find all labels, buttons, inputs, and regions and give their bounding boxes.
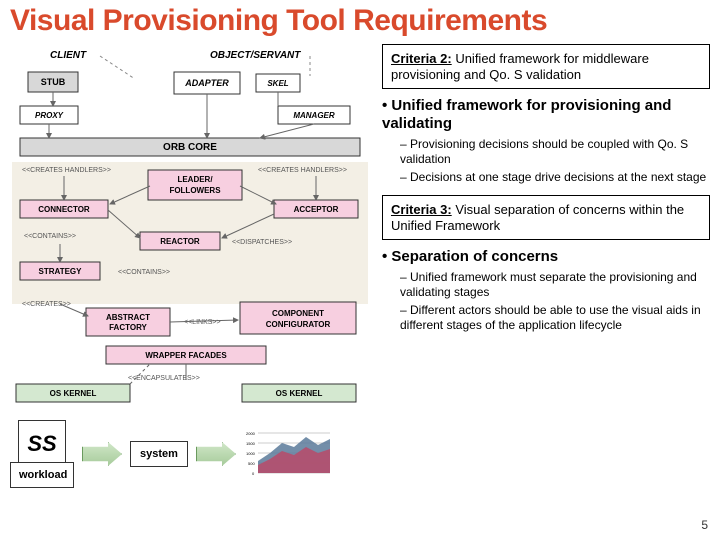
svg-text:PROXY: PROXY — [35, 111, 64, 120]
label-client: CLIENT — [50, 50, 87, 61]
svg-text:<<CONTAINS>>: <<CONTAINS>> — [118, 269, 170, 276]
svg-text:<<DISPATCHES>>: <<DISPATCHES>> — [232, 239, 292, 246]
system-callout: system — [130, 441, 188, 467]
svg-text:ORB CORE: ORB CORE — [163, 142, 217, 153]
criteria-3-box: Criteria 3: Visual separation of concern… — [382, 195, 710, 240]
svg-text:CONFIGURATOR: CONFIGURATOR — [266, 320, 331, 329]
arrow-icon — [82, 442, 122, 466]
svg-text:<<CREATES>>: <<CREATES>> — [22, 301, 71, 308]
svg-text:<<CREATES HANDLERS>>: <<CREATES HANDLERS>> — [258, 167, 347, 174]
svg-text:<<CREATES HANDLERS>>: <<CREATES HANDLERS>> — [22, 167, 111, 174]
workload-callout: workload — [10, 462, 74, 488]
svg-text:500: 500 — [248, 461, 255, 466]
label-object-servant: OBJECT/SERVANT — [210, 50, 301, 61]
bullet-2-subs: – Unified framework must separate the pr… — [400, 270, 710, 333]
svg-text:FOLLOWERS: FOLLOWERS — [169, 186, 221, 195]
bottom-flow: SS workload system 2000 1500 1000 500 0 — [10, 420, 370, 488]
svg-text:1500: 1500 — [246, 441, 256, 446]
svg-text:MANAGER: MANAGER — [293, 111, 335, 120]
criteria-2-box: Criteria 2: Unified framework for middle… — [382, 44, 710, 89]
architecture-diagram: CLIENT OBJECT/SERVANT STUB ADAPTER SKEL … — [10, 44, 370, 409]
svg-text:SKEL: SKEL — [267, 79, 288, 88]
svg-text:OS KERNEL: OS KERNEL — [50, 389, 97, 398]
svg-text:ABSTRACT: ABSTRACT — [106, 313, 150, 322]
mini-area-chart: 2000 1500 1000 500 0 — [244, 427, 332, 481]
svg-text:STUB: STUB — [41, 77, 66, 87]
arrow-icon — [196, 442, 236, 466]
bullet-1-subs: – Provisioning decisions should be coupl… — [400, 137, 710, 185]
svg-text:WRAPPER FACADES: WRAPPER FACADES — [145, 351, 227, 360]
svg-text:2000: 2000 — [246, 431, 256, 436]
svg-text:ACCEPTOR: ACCEPTOR — [294, 205, 339, 214]
svg-text:FACTORY: FACTORY — [109, 323, 147, 332]
page-number: 5 — [701, 518, 708, 532]
ss-icon: SS — [18, 420, 66, 468]
criteria-2-label: Criteria 2: — [391, 51, 452, 66]
svg-text:STRATEGY: STRATEGY — [39, 267, 83, 276]
bullet-1-head: • Unified framework for provisioning and… — [382, 97, 710, 133]
criteria-3-label: Criteria 3: — [391, 202, 452, 217]
svg-text:<<CONTAINS>>: <<CONTAINS>> — [24, 233, 76, 240]
svg-text:OS KERNEL: OS KERNEL — [276, 389, 323, 398]
svg-text:<<LINKS>>: <<LINKS>> — [184, 319, 221, 326]
svg-text:<<ENCAPSULATES>>: <<ENCAPSULATES>> — [128, 375, 200, 382]
svg-text:ADAPTER: ADAPTER — [184, 78, 229, 88]
svg-text:LEADER/: LEADER/ — [177, 175, 213, 184]
svg-text:REACTOR: REACTOR — [160, 237, 200, 246]
svg-text:COMPONENT: COMPONENT — [272, 309, 324, 318]
bullet-2-head: • Separation of concerns — [382, 248, 710, 266]
slide-title: Visual Provisioning Tool Requirements — [10, 4, 710, 38]
svg-text:1000: 1000 — [246, 451, 256, 456]
svg-text:CONNECTOR: CONNECTOR — [38, 205, 90, 214]
